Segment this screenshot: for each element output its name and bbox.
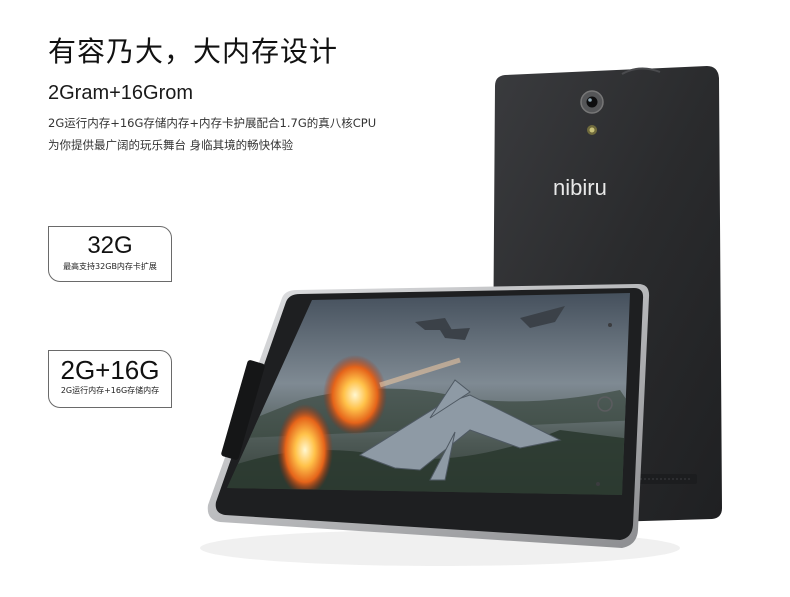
camera-lens-icon bbox=[580, 90, 604, 114]
flash-icon bbox=[587, 125, 597, 135]
explosion-large bbox=[323, 355, 387, 435]
explosion-left bbox=[277, 404, 333, 495]
product-illustration: nibiru bbox=[200, 66, 722, 566]
brand-logo: nibiru bbox=[553, 175, 607, 200]
front-sensor bbox=[608, 323, 612, 327]
tablet-front-view bbox=[207, 284, 650, 548]
front-camera bbox=[596, 482, 600, 486]
